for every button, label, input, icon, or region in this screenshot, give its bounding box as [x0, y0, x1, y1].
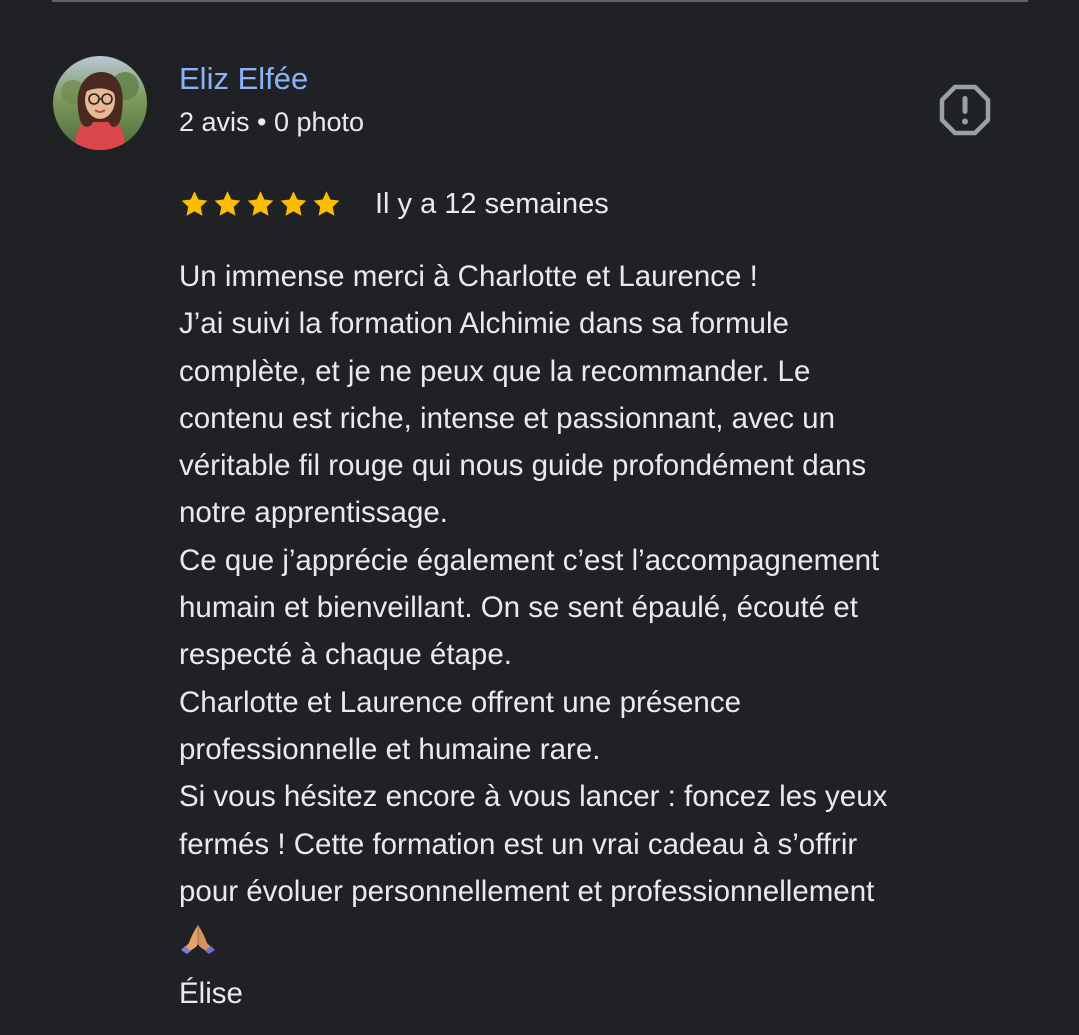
review-text-line: Ce que j’apprécie également c’est l’acco…: [179, 543, 880, 577]
reviewer-avatar[interactable]: [53, 56, 147, 150]
review-text-line: Un immense merci à Charlotte et Laurence…: [179, 260, 758, 293]
top-divider: [52, 0, 1028, 2]
reviewer-meta: 2 avis • 0 photo: [179, 107, 365, 137]
review-text-line: complète, et je ne peux que la recommand…: [179, 354, 811, 388]
folded-hands-emoji-icon: [179, 923, 1059, 970]
review-text-line: Charlotte et Laurence offrent une présen…: [179, 685, 741, 719]
review-signature: Élise: [179, 977, 243, 1011]
reviewer-name[interactable]: Eliz Elfée: [179, 59, 308, 99]
star-icon: [214, 191, 241, 216]
review-body: Un immense merci à Charlotte et Laurence…: [179, 253, 1059, 915]
star-icon: [313, 191, 340, 216]
review-text-line: véritable fil rouge qui nous guide profo…: [179, 449, 867, 483]
star-icon: [247, 191, 274, 216]
review-date: Il y a 12 semaines: [375, 188, 609, 220]
review-text: Un immense merci à Charlotte et Laurence…: [179, 253, 1059, 1017]
review-text-line: fermés ! Cette formation est un vrai cad…: [179, 827, 858, 861]
report-icon[interactable]: [938, 83, 992, 137]
rating-row: Il y a 12 semaines: [179, 184, 609, 224]
review-text-line: pour évoluer personnellement et professi…: [179, 874, 875, 908]
star-icon: [280, 191, 307, 216]
review-text-line: contenu est riche, intense et passionnan…: [179, 401, 835, 435]
star-icon: [181, 191, 208, 216]
review-text-line: notre apprentissage.: [179, 496, 448, 530]
review-text-line: professionnelle et humaine rare.: [179, 732, 601, 766]
review-text-line: humain et bienveillant. On se sent épaul…: [179, 591, 858, 625]
review-text-line: respecté à chaque étape.: [179, 638, 512, 672]
review-text-line: Si vous hésitez encore à vous lancer : f…: [179, 780, 888, 814]
review-text-line: J’ai suivi la formation Alchimie dans sa…: [179, 307, 789, 341]
star-rating: [179, 189, 342, 219]
